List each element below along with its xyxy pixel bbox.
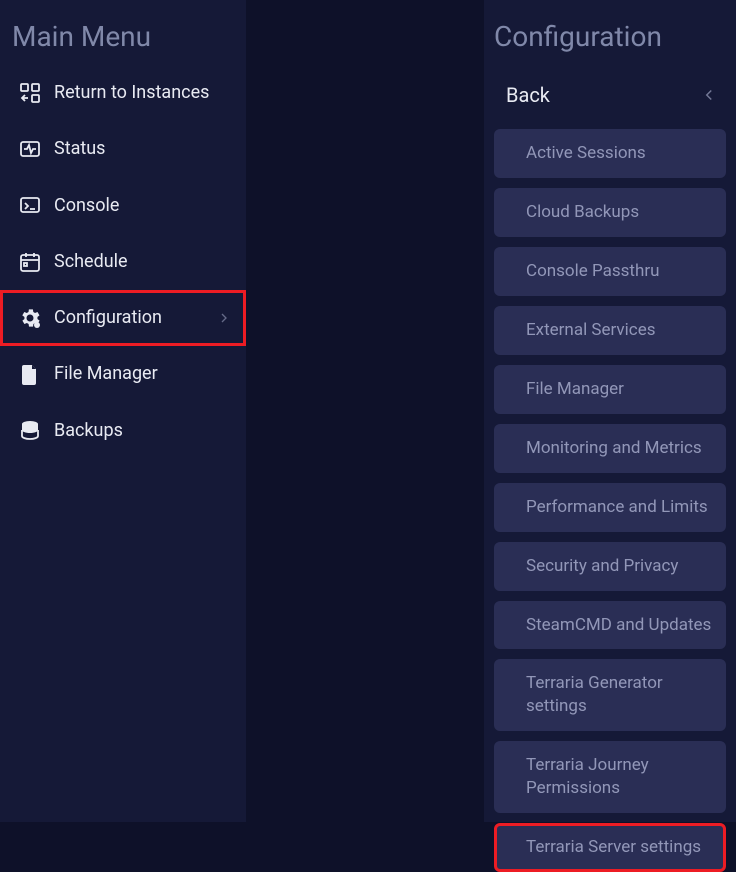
sidebar-item-label: Status bbox=[54, 137, 232, 161]
config-item-label: SteamCMD and Updates bbox=[526, 615, 711, 635]
config-item-security-and-privacy[interactable]: Security and Privacy bbox=[494, 542, 726, 591]
chevron-left-icon bbox=[700, 86, 718, 104]
config-item-label: File Manager bbox=[526, 379, 624, 399]
configuration-icon bbox=[18, 306, 42, 330]
sidebar-item-label: Schedule bbox=[54, 250, 232, 274]
configuration-panel: Configuration Back Active Sessions Cloud … bbox=[484, 0, 736, 822]
schedule-icon bbox=[18, 250, 42, 274]
config-item-label: Terraria Journey Permissions bbox=[526, 755, 649, 798]
status-icon bbox=[18, 137, 42, 161]
config-item-label: Cloud Backups bbox=[526, 202, 639, 222]
config-item-file-manager[interactable]: File Manager bbox=[494, 365, 726, 414]
config-item-label: Performance and Limits bbox=[526, 497, 708, 517]
sidebar-item-configuration[interactable]: Configuration bbox=[0, 290, 246, 346]
config-item-terraria-server-settings[interactable]: Terraria Server settings bbox=[494, 823, 726, 872]
content-gap bbox=[246, 0, 484, 822]
back-label: Back bbox=[506, 83, 550, 107]
sidebar-item-label: Console bbox=[54, 194, 232, 218]
console-icon bbox=[18, 194, 42, 218]
config-item-cloud-backups[interactable]: Cloud Backups bbox=[494, 188, 726, 237]
sidebar-item-label: Return to Instances bbox=[54, 81, 232, 105]
config-item-monitoring-and-metrics[interactable]: Monitoring and Metrics bbox=[494, 424, 726, 473]
config-item-terraria-generator-settings[interactable]: Terraria Generator settings bbox=[494, 659, 726, 731]
chevron-right-icon bbox=[216, 310, 232, 326]
sidebar-item-file-manager[interactable]: File Manager bbox=[0, 346, 246, 402]
config-item-external-services[interactable]: External Services bbox=[494, 306, 726, 355]
sidebar-item-label: File Manager bbox=[54, 362, 232, 386]
sidebar-item-label: Backups bbox=[54, 419, 232, 443]
main-menu-list: Return to Instances Status Console Schedule… bbox=[0, 65, 246, 459]
config-item-label: External Services bbox=[526, 320, 656, 340]
config-item-active-sessions[interactable]: Active Sessions bbox=[494, 129, 726, 178]
main-menu-sidebar: Main Menu Return to Instances Status Conso… bbox=[0, 0, 246, 822]
sidebar-item-schedule[interactable]: Schedule bbox=[0, 234, 246, 290]
sidebar-item-status[interactable]: Status bbox=[0, 121, 246, 177]
config-item-label: Active Sessions bbox=[526, 143, 646, 163]
sidebar-item-return-to-instances[interactable]: Return to Instances bbox=[0, 65, 246, 121]
configuration-list: Active Sessions Cloud Backups Console Pass… bbox=[494, 129, 726, 872]
config-item-label: Console Passthru bbox=[526, 261, 659, 281]
backups-icon bbox=[18, 419, 42, 443]
config-item-label: Terraria Generator settings bbox=[526, 673, 663, 716]
config-item-terraria-journey-permissions[interactable]: Terraria Journey Permissions bbox=[494, 741, 726, 813]
main-menu-title: Main Menu bbox=[0, 0, 246, 65]
config-item-console-passthru[interactable]: Console Passthru bbox=[494, 247, 726, 296]
return-icon bbox=[18, 81, 42, 105]
sidebar-item-label: Configuration bbox=[54, 306, 204, 330]
file-manager-icon bbox=[18, 363, 42, 387]
config-item-label: Security and Privacy bbox=[526, 556, 678, 576]
sidebar-item-backups[interactable]: Backups bbox=[0, 403, 246, 459]
config-item-label: Monitoring and Metrics bbox=[526, 438, 702, 458]
config-item-steamcmd-and-updates[interactable]: SteamCMD and Updates bbox=[494, 601, 726, 650]
config-item-label: Terraria Server settings bbox=[526, 837, 701, 857]
back-button[interactable]: Back bbox=[494, 77, 726, 129]
configuration-panel-title: Configuration bbox=[494, 0, 726, 77]
config-item-performance-and-limits[interactable]: Performance and Limits bbox=[494, 483, 726, 532]
sidebar-item-console[interactable]: Console bbox=[0, 178, 246, 234]
